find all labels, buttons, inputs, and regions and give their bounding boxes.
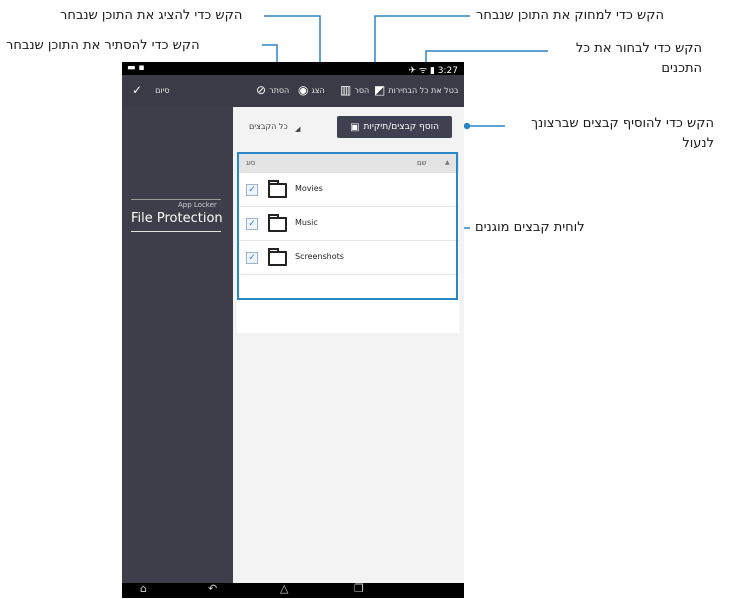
show-button[interactable]: הצג ◉ <box>298 83 325 97</box>
show-eye-icon: ◉ <box>298 83 309 97</box>
done-label: סיום <box>155 85 170 95</box>
sidebar-subtitle: App Locker <box>178 201 217 209</box>
deselect-all-label: בטל את כל הבחירות <box>388 85 459 95</box>
hide-label: הסתר <box>269 85 290 95</box>
add-folder-icon: ▣ <box>350 121 360 133</box>
add-files-button[interactable]: הוסף קבצים/תיקיות ▣ <box>337 116 452 138</box>
done-button[interactable]: סיום ✓ <box>132 83 170 97</box>
status-bar: ▬ ▪ ✈ ᯤ ▮ 3:27 <box>122 62 464 76</box>
show-label: הצג <box>311 85 325 95</box>
delete-trash-icon: ▥ <box>340 83 352 97</box>
recent-apps-icon[interactable]: ⌂ <box>140 582 147 595</box>
back-icon[interactable]: ↶ <box>208 582 217 595</box>
hide-eye-slash-icon: ⊘ <box>256 83 267 97</box>
delete-label: הסר <box>354 85 370 95</box>
done-check-icon: ✓ <box>132 83 143 97</box>
hide-button[interactable]: הסתר ⊘ <box>256 83 289 97</box>
navigation-bar: ⌂ ↶ △ ❐ <box>122 582 464 598</box>
dropdown-arrow-icon: ◢ <box>295 125 301 133</box>
status-left-icons: ▬ ▪ <box>127 63 145 73</box>
tablet-screen: ▬ ▪ ✈ ᯤ ▮ 3:27 סיום ✓ הסתר ⊘ הצג ◉ הסר ▥… <box>122 62 464 598</box>
deselect-all-button[interactable]: בטל את כל הבחירות ◩ <box>374 83 459 97</box>
filter-label: כל הקבצים <box>249 122 288 131</box>
home-icon[interactable]: △ <box>280 582 288 595</box>
file-filter-dropdown[interactable]: כל הקבצים ◢ <box>249 122 300 133</box>
delete-button[interactable]: הסר ▥ <box>340 83 369 97</box>
sidebar-divider <box>131 199 221 200</box>
sidebar: App Locker File Protection <box>122 107 233 583</box>
recent-apps-icon[interactable]: ❐ <box>354 582 364 595</box>
deselect-all-icon: ◩ <box>374 83 386 97</box>
protected-list-highlight-frame <box>237 152 458 300</box>
sidebar-item-file-protection[interactable]: File Protection <box>131 211 223 226</box>
add-files-label: הוסף קבצים/תיקיות <box>363 122 439 132</box>
sidebar-selected-underline <box>131 231 221 232</box>
action-bar: סיום ✓ הסתר ⊘ הצג ◉ הסר ▥ בטל את כל הבחי… <box>122 75 464 107</box>
